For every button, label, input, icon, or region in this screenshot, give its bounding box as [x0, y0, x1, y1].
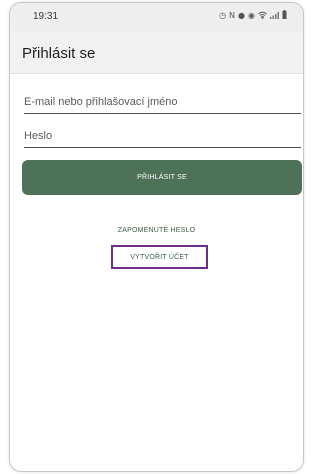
battery-icon: [282, 10, 287, 22]
status-bar: 19:31 ◷ N ● ◉: [10, 3, 303, 31]
status-time: 19:31: [33, 11, 59, 22]
login-button[interactable]: PŘIHLÁSIT SE: [22, 160, 302, 195]
forgot-password-label: ZAPOMENUTÉ HESLO: [117, 227, 196, 234]
password-field[interactable]: [24, 125, 301, 147]
login-button-label: PŘIHLÁSIT SE: [137, 174, 187, 181]
location-icon: ●: [238, 11, 246, 20]
create-account-label: VYTVOŘIT ÚČET: [130, 253, 189, 261]
create-account-button[interactable]: VYTVOŘIT ÚČET: [111, 245, 208, 269]
phone-screen: 19:31 ◷ N ● ◉ Přihlásit se PŘIHLÁSIT SE: [9, 2, 304, 472]
signal-icon: [270, 11, 279, 22]
email-field-container: [24, 91, 301, 114]
wifi-icon: [258, 11, 267, 22]
alarm-icon: ◷: [219, 11, 227, 20]
page-title: Přihlásit se: [22, 45, 96, 62]
data-saver-icon: ◉: [248, 11, 255, 20]
app-bar: Přihlásit se: [10, 31, 303, 74]
email-field[interactable]: [24, 91, 301, 113]
forgot-password-link[interactable]: ZAPOMENUTÉ HESLO: [10, 227, 303, 234]
status-icons: ◷ N ● ◉: [219, 10, 287, 22]
password-field-container: [24, 125, 301, 148]
nfc-icon: N: [229, 11, 236, 20]
